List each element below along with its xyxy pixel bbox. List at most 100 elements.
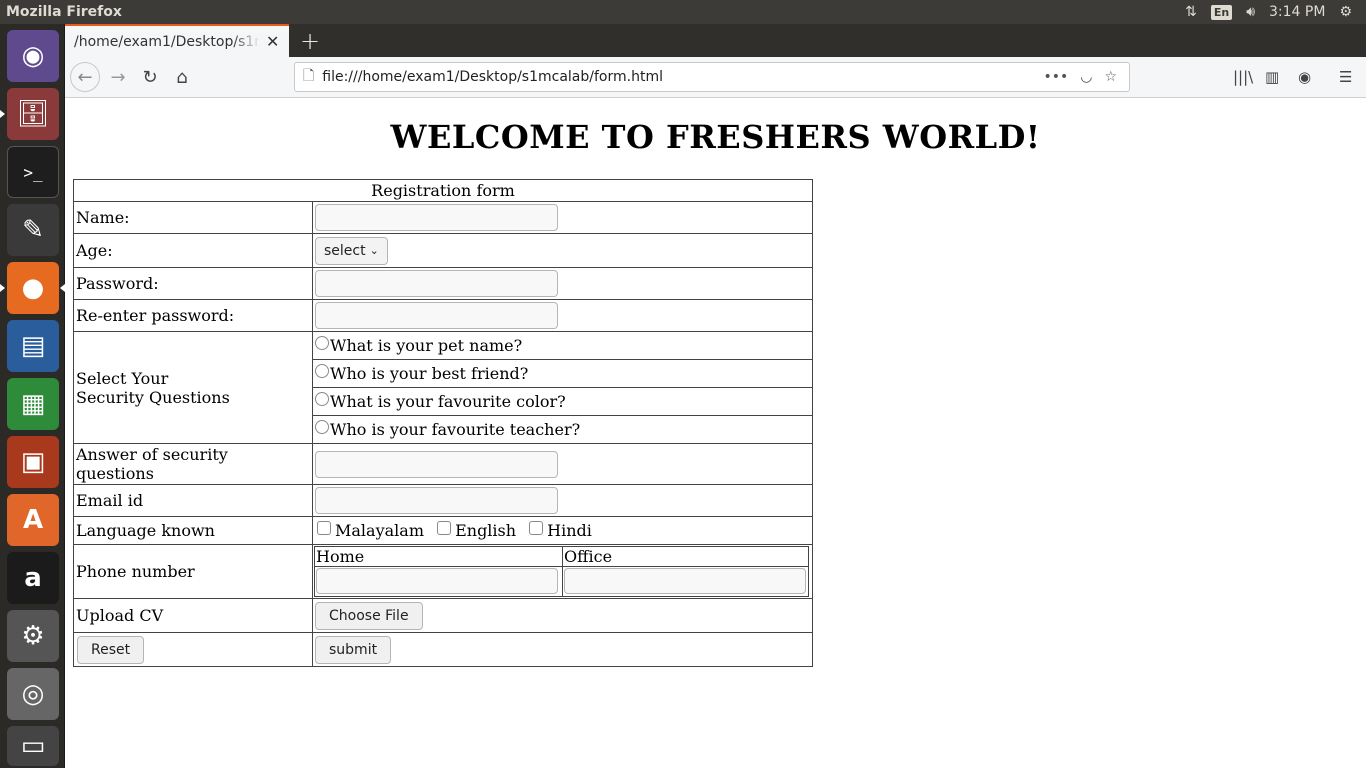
- email-input[interactable]: [315, 487, 558, 514]
- security-option-label: Who is your favourite teacher?: [330, 420, 581, 439]
- impress-icon[interactable]: ▣: [7, 436, 59, 488]
- radio-icon[interactable]: [315, 364, 329, 378]
- answer-cell: [312, 443, 813, 485]
- keyboard-lang-label: En: [1210, 4, 1233, 20]
- language-option: Hindi: [547, 521, 592, 540]
- age-cell: select ⌄: [312, 233, 813, 268]
- form-caption: Registration form: [73, 179, 813, 202]
- office-phone-cell: [562, 566, 809, 597]
- radio-icon[interactable]: [315, 336, 329, 350]
- reenter-password-cell: [312, 299, 813, 332]
- reenter-password-input[interactable]: [315, 302, 558, 329]
- chevron-down-icon: ⌄: [369, 244, 379, 257]
- answer-input[interactable]: [315, 450, 558, 478]
- name-input[interactable]: [315, 204, 558, 231]
- tab-form-html[interactable]: /home/exam1/Desktop/s1mcalab/form.html ✕: [65, 24, 289, 57]
- launcher: ◉ 🗄︎ >_ ✎ ● ▤ ▦ ▣ A a ⚙ ◎ ▭: [0, 24, 65, 768]
- pocket-icon[interactable]: ◡: [1080, 69, 1092, 85]
- system-settings-icon[interactable]: ⚙: [7, 610, 59, 662]
- home-phone-cell: [314, 566, 563, 597]
- checkbox-malayalam[interactable]: [317, 521, 331, 535]
- security-option-2[interactable]: Who is your best friend?: [312, 359, 813, 388]
- system-indicators: ⇅ En 🔊︎ 3:14 PM ⚙: [1185, 0, 1366, 24]
- url-text[interactable]: file:///home/exam1/Desktop/s1mcalab/form…: [322, 69, 663, 85]
- navigation-bar: ← → ↻ ⌂ 🗋︎ file:///home/exam1/Desktop/s1…: [65, 57, 1366, 98]
- upload-cv-label: Upload CV: [73, 598, 313, 633]
- security-label-line1: Select Your: [76, 368, 169, 388]
- sidebar-icon[interactable]: ▥: [1265, 62, 1279, 92]
- home-phone-input[interactable]: [316, 568, 558, 594]
- software-center-icon[interactable]: A: [7, 494, 59, 546]
- forward-arrow-icon[interactable]: →: [103, 62, 133, 92]
- url-actions: ••• ◡ ☆: [1043, 69, 1129, 85]
- tab-title: /home/exam1/Desktop/s1mcalab/form.html: [74, 33, 260, 50]
- radio-icon[interactable]: [315, 392, 329, 406]
- system-top-bar: Mozilla Firefox ⇅ En 🔊︎ 3:14 PM ⚙: [0, 0, 1366, 24]
- settings-gear-icon[interactable]: ⚙: [1339, 4, 1352, 20]
- clock[interactable]: 3:14 PM: [1269, 4, 1325, 20]
- writer-icon[interactable]: ▤: [7, 320, 59, 372]
- office-phone-input[interactable]: [564, 568, 806, 594]
- network-icon[interactable]: ⇅: [1185, 4, 1197, 20]
- reset-cell: Reset: [73, 632, 313, 667]
- age-select-value: select: [324, 242, 366, 259]
- keyboard-indicator[interactable]: En: [1210, 4, 1233, 20]
- menu-icon[interactable]: ☰: [1339, 62, 1352, 92]
- password-input[interactable]: [315, 270, 558, 297]
- email-label: Email id: [73, 484, 313, 517]
- reset-button[interactable]: Reset: [77, 635, 145, 664]
- bookmark-star-icon[interactable]: ☆: [1104, 69, 1117, 85]
- security-option-label: What is your favourite color?: [330, 392, 566, 411]
- home-icon[interactable]: ⌂: [167, 62, 197, 92]
- age-label: Age:: [73, 233, 313, 268]
- text-editor-icon[interactable]: ✎: [7, 204, 59, 256]
- account-icon[interactable]: ◉: [1298, 62, 1311, 92]
- password-cell: [312, 267, 813, 300]
- checkbox-hindi[interactable]: [529, 521, 544, 535]
- reload-icon[interactable]: ↻: [135, 62, 165, 92]
- submit-button[interactable]: submit: [315, 635, 392, 664]
- phone-table: Home Office: [314, 546, 809, 597]
- removable-drive-icon[interactable]: ▭: [7, 726, 59, 766]
- url-bar[interactable]: 🗋︎ file:///home/exam1/Desktop/s1mcalab/f…: [294, 62, 1130, 92]
- name-cell: [312, 201, 813, 234]
- disk-icon[interactable]: ◎: [7, 668, 59, 720]
- firefox-icon[interactable]: ●: [0, 262, 65, 314]
- security-option-4[interactable]: Who is your favourite teacher?: [312, 415, 813, 444]
- phone-header-home: Home: [314, 546, 563, 567]
- radio-icon[interactable]: [315, 420, 329, 434]
- page-title: WELCOME TO FRESHERS WORLD!: [390, 118, 1041, 156]
- terminal-icon[interactable]: >_: [7, 146, 59, 198]
- choose-file-button[interactable]: Choose File: [315, 601, 423, 630]
- name-label: Name:: [73, 201, 313, 234]
- volume-icon[interactable]: 🔊︎: [1246, 4, 1255, 20]
- registration-table: Registration form Name: Age: select ⌄ Pas…: [73, 179, 813, 667]
- calc-icon[interactable]: ▦: [7, 378, 59, 430]
- library-icon[interactable]: |||\: [1233, 62, 1253, 92]
- back-arrow-icon[interactable]: ←: [70, 62, 100, 92]
- security-option-label: What is your pet name?: [330, 336, 523, 355]
- language-option: English: [455, 521, 517, 540]
- new-tab-icon[interactable]: +: [295, 26, 325, 56]
- checkbox-english[interactable]: [437, 521, 452, 535]
- phone-cell: Home Office: [312, 544, 813, 599]
- files-icon[interactable]: 🗄︎: [0, 88, 59, 140]
- amazon-icon[interactable]: a: [7, 552, 59, 604]
- active-app-title: Mozilla Firefox: [6, 4, 122, 20]
- password-label: Password:: [73, 267, 313, 300]
- age-select[interactable]: select ⌄: [315, 236, 388, 265]
- page-actions-icon[interactable]: •••: [1043, 69, 1068, 85]
- upload-cv-cell: Choose File: [312, 598, 813, 633]
- language-label: Language known: [73, 516, 313, 545]
- close-tab-icon[interactable]: ✕: [266, 32, 279, 51]
- security-option-1[interactable]: What is your pet name?: [312, 331, 813, 360]
- ubuntu-dash-icon[interactable]: ◉: [7, 30, 59, 82]
- page-icon: 🗋︎: [303, 68, 315, 84]
- email-cell: [312, 484, 813, 517]
- security-option-label: Who is your best friend?: [330, 364, 529, 383]
- language-option: Malayalam: [335, 521, 424, 540]
- security-option-3[interactable]: What is your favourite color?: [312, 387, 813, 416]
- answer-label: Answer of security questions: [73, 443, 313, 485]
- language-cell: Malayalam English Hindi: [312, 516, 813, 545]
- reenter-password-label: Re-enter password:: [73, 299, 313, 332]
